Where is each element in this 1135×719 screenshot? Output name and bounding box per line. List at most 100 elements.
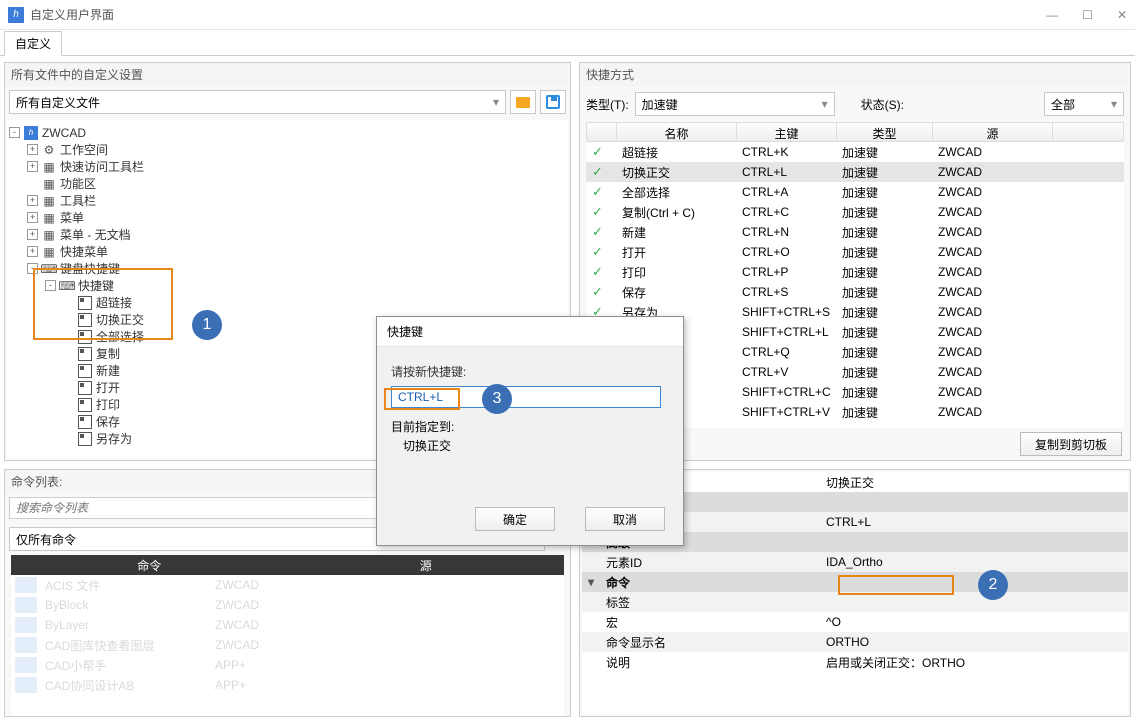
state-combo[interactable]: 全部: [1044, 92, 1124, 116]
row-src: ZWCAD: [932, 223, 1052, 241]
row-name: 新建: [616, 222, 736, 243]
shortcut-row[interactable]: ✓复制(Ctrl + C)CTRL+C加速键ZWCAD: [586, 202, 1124, 222]
property-row[interactable]: 说明启用或关闭正交：ORTHO: [582, 652, 1128, 672]
command-row[interactable]: ByLayerZWCAD: [11, 615, 564, 635]
tree-node[interactable]: -键盘快捷键: [9, 260, 566, 277]
row-name: 切换正交: [616, 162, 736, 183]
sc-icon: [78, 398, 92, 412]
tree-toggle[interactable]: -: [45, 280, 56, 291]
minimize-icon[interactable]: —: [1046, 8, 1058, 22]
row-name: 超链接: [616, 142, 736, 163]
row-type: 加速键: [836, 342, 932, 363]
shortcut-row[interactable]: ✓超链接CTRL+K加速键ZWCAD: [586, 142, 1124, 162]
command-row[interactable]: CAD小帮手APP+: [11, 655, 564, 675]
tree-node[interactable]: +快捷菜单: [9, 243, 566, 260]
row-src: ZWCAD: [932, 263, 1052, 281]
row-src: ZWCAD: [932, 323, 1052, 341]
customization-filter-text: 所有自定义文件: [16, 94, 100, 111]
row-src: ZWCAD: [932, 363, 1052, 381]
check-icon: ✓: [592, 224, 603, 239]
ok-button[interactable]: 确定: [475, 507, 555, 531]
shortcut-row[interactable]: ✓切换正交CTRL+L加速键ZWCAD: [586, 162, 1124, 182]
tree-node[interactable]: +菜单: [9, 209, 566, 226]
assigned-to: 切换正交: [391, 437, 669, 454]
property-row[interactable]: 宏^O: [582, 612, 1128, 632]
command-icon: [15, 677, 37, 693]
open-folder-button[interactable]: [510, 90, 536, 114]
tree-node[interactable]: +⚙工作空间: [9, 141, 566, 158]
shortcut-row[interactable]: ✓全部选择CTRL+A加速键ZWCAD: [586, 182, 1124, 202]
tree-toggle[interactable]: -: [9, 127, 20, 138]
command-row[interactable]: ACIS 文件ZWCAD: [11, 575, 564, 595]
tree-node[interactable]: -快捷键: [9, 277, 566, 294]
close-icon[interactable]: ✕: [1117, 8, 1127, 22]
cancel-button[interactable]: 取消: [585, 507, 665, 531]
shortcut-row[interactable]: ✓新建CTRL+N加速键ZWCAD: [586, 222, 1124, 242]
sc-icon: [78, 347, 92, 361]
tree-label: ZWCAD: [42, 126, 86, 140]
command-row[interactable]: ByBlockZWCAD: [11, 595, 564, 615]
shortcut-row[interactable]: ✓打开CTRL+O加速键ZWCAD: [586, 242, 1124, 262]
property-value[interactable]: ORTHO: [820, 635, 1128, 649]
maximize-icon[interactable]: ☐: [1082, 8, 1093, 22]
tree-node[interactable]: 超链接: [9, 294, 566, 311]
command-icon: [15, 657, 37, 673]
col-source[interactable]: 源: [288, 555, 565, 575]
chevron-down-icon[interactable]: ▾: [582, 575, 600, 589]
property-value[interactable]: CTRL+L: [820, 515, 1128, 529]
tree-toggle[interactable]: +: [27, 161, 38, 172]
shortcut-input[interactable]: [391, 386, 661, 408]
col-name[interactable]: 名称: [617, 123, 737, 141]
command-name: ACIS 文件: [45, 577, 215, 594]
tree-node[interactable]: +快速访问工具栏: [9, 158, 566, 175]
tree-node[interactable]: +工具栏: [9, 192, 566, 209]
tree-node[interactable]: +菜单 - 无文档: [9, 226, 566, 243]
row-src: ZWCAD: [932, 143, 1052, 161]
command-row[interactable]: CAD协同设计ABAPP+: [11, 675, 564, 695]
property-row[interactable]: 标签: [582, 592, 1128, 612]
col-key[interactable]: 主键: [737, 123, 837, 141]
row-name: 打印: [616, 262, 736, 283]
save-button[interactable]: [540, 90, 566, 114]
command-filter-text: 仅所有命令: [16, 531, 76, 548]
col-type[interactable]: 类型: [837, 123, 933, 141]
row-src: ZWCAD: [932, 383, 1052, 401]
tree-label: 全部选择: [96, 328, 144, 345]
tree-toggle[interactable]: +: [27, 229, 38, 240]
property-value[interactable]: IDA_Ortho: [820, 555, 1128, 569]
grid-icon: [42, 245, 56, 259]
type-combo[interactable]: 加速键: [635, 92, 835, 116]
grid-icon: [42, 211, 56, 225]
check-icon: ✓: [592, 184, 603, 199]
customization-panel-title: 所有文件中的自定义设置: [5, 63, 570, 86]
property-value[interactable]: ^O: [820, 615, 1128, 629]
shortcut-row[interactable]: ✓打印CTRL+P加速键ZWCAD: [586, 262, 1124, 282]
tab-customize[interactable]: 自定义: [4, 31, 62, 56]
copy-clipboard-button[interactable]: 复制到剪切板: [1020, 432, 1122, 456]
tree-label: 复制: [96, 345, 120, 362]
tree-toggle[interactable]: +: [27, 246, 38, 257]
shortcut-row[interactable]: ✓保存CTRL+S加速键ZWCAD: [586, 282, 1124, 302]
col-src[interactable]: 源: [933, 123, 1053, 141]
property-value[interactable]: 启用或关闭正交：ORTHO: [820, 654, 1128, 671]
command-row[interactable]: CAD图库快查看图层ZWCAD: [11, 635, 564, 655]
check-icon: ✓: [592, 284, 603, 299]
col-command[interactable]: 命令: [11, 555, 288, 575]
property-category[interactable]: ▾命令: [582, 572, 1128, 592]
customization-filter-combo[interactable]: 所有自定义文件: [9, 90, 506, 114]
command-source: ZWCAD: [215, 598, 259, 612]
tree-label: 工作空间: [60, 141, 108, 158]
sc-icon: [78, 364, 92, 378]
property-row[interactable]: 元素IDIDA_Ortho: [582, 552, 1128, 572]
tree-node[interactable]: 功能区: [9, 175, 566, 192]
row-type: 加速键: [836, 282, 932, 303]
row-key: CTRL+A: [736, 183, 836, 201]
tree-node[interactable]: -hZWCAD: [9, 124, 566, 141]
tree-toggle[interactable]: +: [27, 195, 38, 206]
property-row[interactable]: 命令显示名ORTHO: [582, 632, 1128, 652]
tree-toggle[interactable]: -: [27, 263, 38, 274]
tree-toggle[interactable]: +: [27, 212, 38, 223]
tree-toggle[interactable]: +: [27, 144, 38, 155]
property-value[interactable]: 切换正交: [820, 474, 1128, 491]
row-key: SHIFT+CTRL+S: [736, 303, 836, 321]
